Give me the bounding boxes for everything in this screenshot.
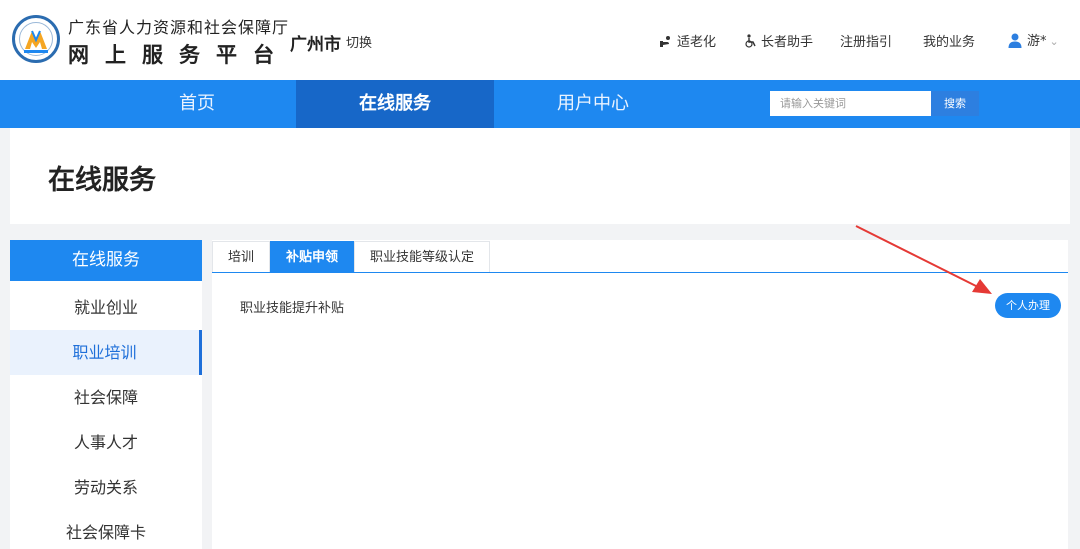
sidebar-item-personnel[interactable]: 人事人才 [10,420,202,465]
tab-skill-certification[interactable]: 职业技能等级认定 [354,241,490,272]
aging-mode-label: 适老化 [677,35,717,50]
aging-mode-link[interactable]: 适老化 [659,31,716,52]
top-header: 广东省人力资源和社会保障厅 网上服务平台 广州市 切换 适老化 长者助手 注册指… [0,0,1080,80]
switch-city-link[interactable]: 切换 [346,32,372,51]
personal-apply-button[interactable]: 个人办理 [995,293,1061,318]
wheelchair-icon [744,34,757,52]
page-title-panel: 在线服务 [10,128,1070,224]
elder-assistant-link[interactable]: 长者助手 [744,31,813,52]
search-button[interactable]: 搜索 [931,91,979,116]
platform-name: 网上服务平台 [68,43,290,67]
org-name: 广东省人力资源和社会保障厅 [68,18,290,37]
nav-online-service[interactable]: 在线服务 [296,80,494,128]
current-city: 广州市 [290,35,341,55]
tab-training[interactable]: 培训 [212,241,270,272]
page-title: 在线服务 [48,165,156,196]
sidebar-item-social-security[interactable]: 社会保障 [10,375,202,420]
sidebar-title: 在线服务 [10,240,202,281]
elder-assistant-label: 长者助手 [761,35,814,50]
user-menu[interactable]: 游* ⌄ [1008,30,1059,52]
logo-icon[interactable] [12,15,60,63]
user-avatar-icon [1008,33,1022,52]
registration-guide-link[interactable]: 注册指引 [840,31,892,50]
sidebar-item-employment[interactable]: 就业创业 [10,285,202,330]
chevron-down-icon: ⌄ [1049,35,1059,48]
sidebar-item-labor-relations[interactable]: 劳动关系 [10,465,202,510]
sidebar-item-vocational-training[interactable]: 职业培训 [10,330,202,375]
nav-home[interactable]: 首页 [98,80,296,128]
search-input[interactable] [770,91,931,116]
sidebar-item-social-security-card[interactable]: 社会保障卡 [10,510,202,549]
tab-subsidy-claim[interactable]: 补贴申领 [270,241,354,272]
sidebar: 在线服务 就业创业 职业培训 社会保障 人事人才 劳动关系 社会保障卡 [10,240,202,549]
nav-user-center[interactable]: 用户中心 [494,80,692,128]
content-panel: 培训 补贴申领 职业技能等级认定 职业技能提升补贴 个人办理 [212,240,1068,549]
service-item-label: 职业技能提升补贴 [240,301,345,316]
user-name: 游* [1027,34,1047,49]
accessibility-hand-icon [659,35,673,52]
my-business-link[interactable]: 我的业务 [923,31,975,50]
tab-bar: 培训 补贴申领 职业技能等级认定 [212,240,1068,273]
